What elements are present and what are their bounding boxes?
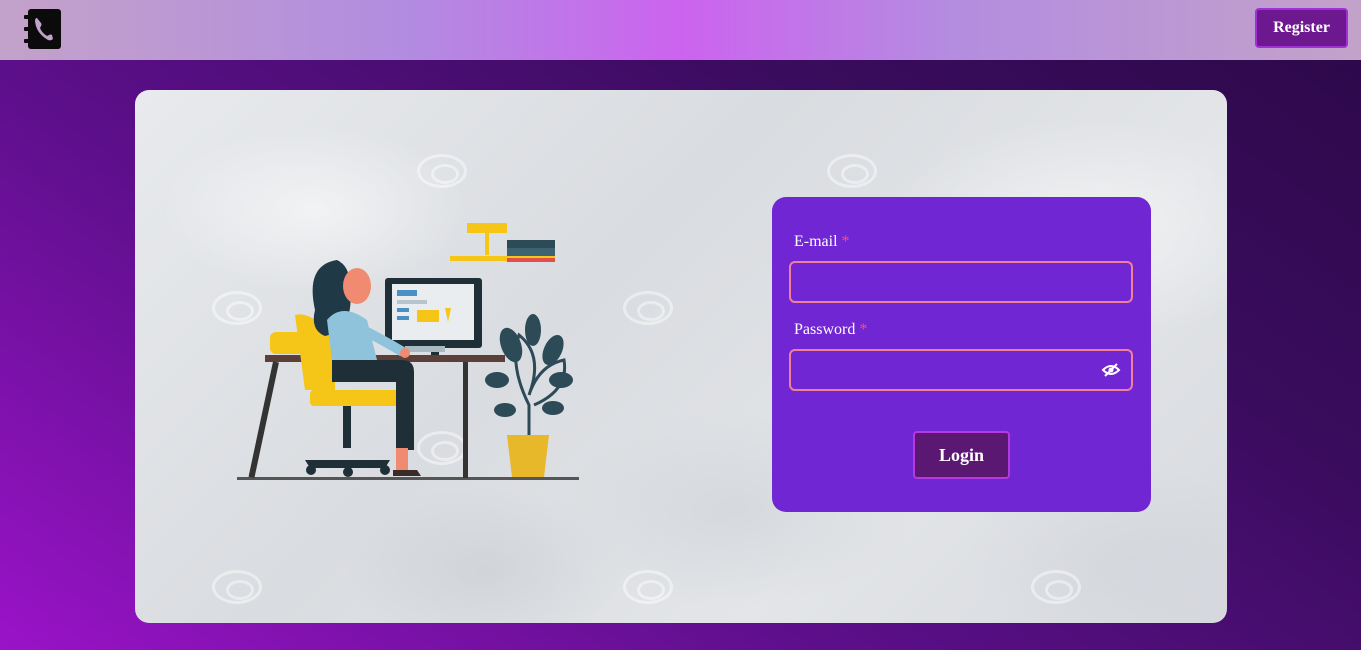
watermark-swirl xyxy=(212,570,262,604)
watermark-swirl xyxy=(417,154,467,188)
eye-slash-icon[interactable] xyxy=(1101,360,1121,380)
watermark-swirl xyxy=(1031,570,1081,604)
required-marker: * xyxy=(859,321,868,338)
password-label: Password * xyxy=(794,321,867,339)
register-button[interactable]: Register xyxy=(1255,8,1348,48)
login-form-panel: E-mail * Password * Login xyxy=(772,197,1151,512)
login-button[interactable]: Login xyxy=(913,431,1010,479)
phone-book-icon[interactable] xyxy=(24,9,61,49)
watermark-swirl xyxy=(827,154,877,188)
email-field[interactable] xyxy=(789,261,1133,303)
watermark-swirl xyxy=(623,570,673,604)
top-navbar: Register xyxy=(0,0,1361,60)
watermark-swirl xyxy=(623,291,673,325)
password-field[interactable] xyxy=(789,349,1133,391)
required-marker: * xyxy=(841,233,850,250)
email-label-text: E-mail xyxy=(794,233,838,250)
password-label-text: Password xyxy=(794,321,856,338)
email-label: E-mail * xyxy=(794,233,850,251)
woman-at-desk-illustration xyxy=(235,220,585,490)
